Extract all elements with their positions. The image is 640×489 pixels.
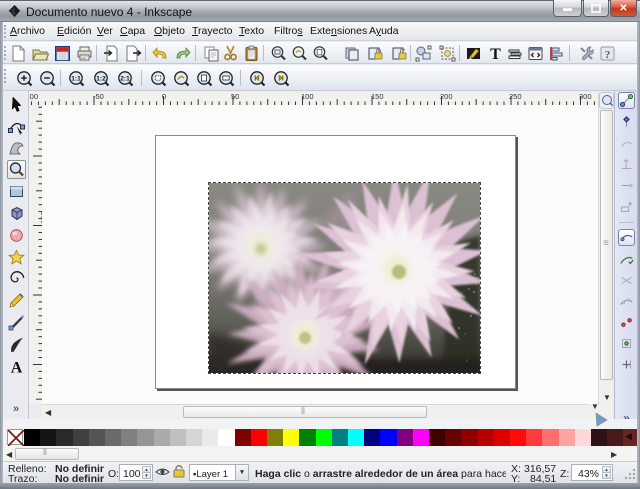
svg-text:0: 0 bbox=[162, 92, 166, 101]
svg-text:1:1: 1:1 bbox=[71, 75, 81, 82]
svg-text:300: 300 bbox=[579, 92, 592, 101]
svg-text:-100: -100 bbox=[29, 92, 38, 101]
svg-text:?: ? bbox=[604, 49, 610, 61]
svg-text:150: 150 bbox=[371, 92, 384, 101]
svg-text:-50: -50 bbox=[93, 92, 104, 101]
svg-text:250: 250 bbox=[509, 92, 522, 101]
svg-text:1:2: 1:2 bbox=[96, 75, 106, 82]
svg-text:T: T bbox=[490, 46, 501, 62]
svg-text:2:1: 2:1 bbox=[120, 75, 130, 82]
svg-text:A: A bbox=[11, 359, 23, 375]
svg-text:50: 50 bbox=[231, 92, 239, 101]
svg-text:200: 200 bbox=[440, 92, 453, 101]
svg-text:100: 100 bbox=[301, 92, 314, 101]
